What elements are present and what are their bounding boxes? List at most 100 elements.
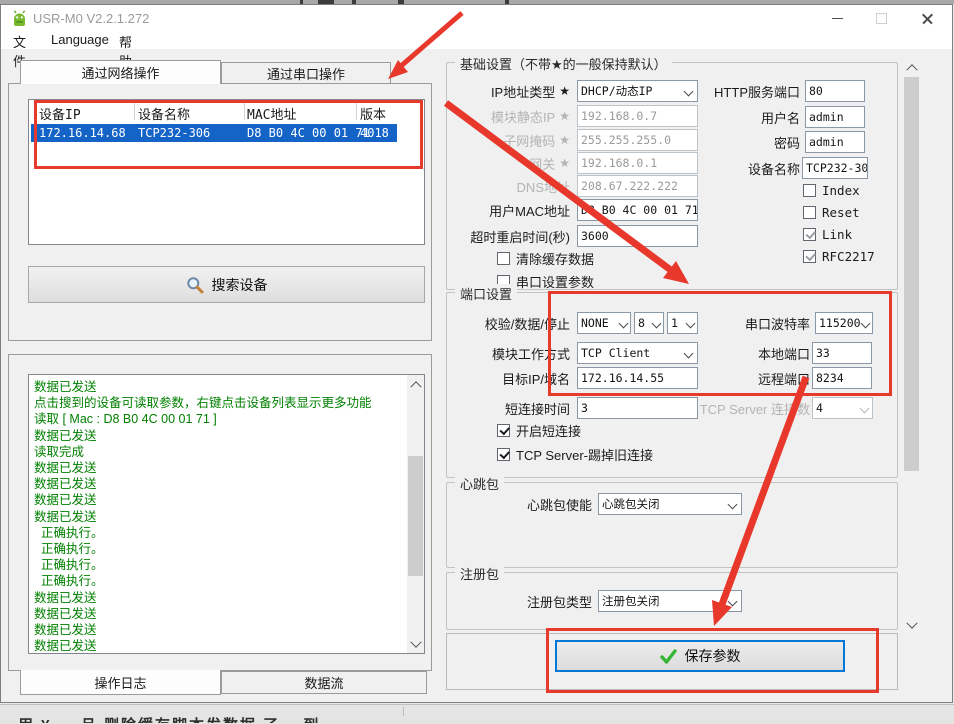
username-field[interactable]: admin xyxy=(805,106,865,128)
chevron-down-icon xyxy=(861,319,871,329)
password-label: 密码 xyxy=(655,131,800,153)
scrollbar-thumb[interactable] xyxy=(408,456,423,576)
star-icon: ★ xyxy=(559,109,570,123)
title-bar: USR-M0 V2.2.1.272 文件 Language 帮助 xyxy=(1,5,952,49)
close-button[interactable] xyxy=(905,5,950,32)
log-line: 数据已发送 xyxy=(29,622,424,638)
log-line: 数据已发送 xyxy=(29,492,424,508)
user-mac-label: 用户MAC地址 xyxy=(420,199,570,221)
work-mode-label: 模块工作方式 xyxy=(420,342,570,364)
scroll-down-button[interactable] xyxy=(407,636,424,653)
register-type-select[interactable]: 注册包关闭 xyxy=(598,590,742,612)
http-port-field[interactable]: 80 xyxy=(805,80,865,102)
chevron-down-icon xyxy=(860,404,870,414)
chevron-down-icon xyxy=(410,636,421,647)
menu-language[interactable]: Language xyxy=(51,32,109,47)
log-line: 数据已发送 xyxy=(29,460,424,476)
timeout-field[interactable]: 3600 xyxy=(577,225,698,247)
clear-cache-checkbox-row[interactable]: 清除缓存数据 xyxy=(497,251,594,265)
settings-scrollbar[interactable] xyxy=(903,58,920,634)
column-header-name[interactable]: 设备名称 xyxy=(138,104,190,123)
check-icon xyxy=(660,649,677,664)
subnet-label: 子网掩码★ xyxy=(420,129,570,151)
device-name-label: 设备名称 xyxy=(655,157,800,179)
column-header-version[interactable]: 版本 xyxy=(360,104,386,123)
link-checkbox-row[interactable]: Link xyxy=(803,227,852,241)
log-line: 数据已发送 xyxy=(29,638,424,654)
search-device-button[interactable]: 搜索设备 xyxy=(28,266,425,303)
password-field[interactable]: admin xyxy=(805,131,865,153)
serial-params-label: 串口设置参数 xyxy=(516,272,594,291)
kick-old-connection-label: TCP Server-踢掉旧连接 xyxy=(516,445,653,464)
minimize-button[interactable] xyxy=(815,5,860,32)
short-connection-checkbox[interactable] xyxy=(497,424,510,437)
log-line: 读取 [ Mac : D8 B0 4C 00 01 71 ] xyxy=(29,411,424,427)
static-ip-label: 模块静态IP★ xyxy=(420,105,570,127)
register-title: 注册包 xyxy=(455,564,504,583)
tab-serial-operation[interactable]: 通过串口操作 xyxy=(221,62,391,84)
local-port-field[interactable]: 33 xyxy=(812,342,872,364)
baud-rate-select[interactable]: 115200 xyxy=(815,312,873,334)
link-checkbox[interactable] xyxy=(803,228,816,241)
maximize-icon xyxy=(876,13,887,24)
clear-cache-label: 清除缓存数据 xyxy=(516,249,594,268)
username-label: 用户名 xyxy=(655,106,800,128)
http-port-label: HTTP服务端口 xyxy=(655,80,800,102)
column-header-mac[interactable]: MAC地址 xyxy=(247,104,296,123)
scroll-up-button[interactable] xyxy=(903,58,920,75)
index-checkbox-row[interactable]: Index xyxy=(803,183,860,197)
gateway-label: 网关★ xyxy=(420,152,570,174)
log-line: 正确执行。 xyxy=(29,541,424,557)
reset-checkbox-row[interactable]: Reset xyxy=(803,205,860,219)
tab-network-operation[interactable]: 通过网络操作 xyxy=(20,60,221,84)
tcp-server-connections-select[interactable]: 4 xyxy=(812,397,873,419)
rfc2217-checkbox-row[interactable]: RFC2217 xyxy=(803,249,875,263)
background-window-text-fragments: 用 ¥ 一 旦 删除缓存脚本发数据 了 一到 xyxy=(18,714,948,723)
reset-checkbox[interactable] xyxy=(803,206,816,219)
device-list: 设备IP 设备名称 MAC地址 版本 172.16.14.68 TCP232-3… xyxy=(28,99,425,245)
remote-port-field[interactable]: 8234 xyxy=(812,367,872,389)
log-line: 数据已发送 xyxy=(29,590,424,606)
device-name-field[interactable]: TCP232-30 xyxy=(802,157,868,179)
minimize-icon xyxy=(832,18,843,19)
column-header-ip[interactable]: 设备IP xyxy=(39,104,81,123)
parity-data-stop-label: 校验/数据/停止 xyxy=(420,312,570,334)
index-checkbox[interactable] xyxy=(803,184,816,197)
log-line: 数据已发送 xyxy=(29,428,424,444)
tab-operation-log[interactable]: 操作日志 xyxy=(20,670,221,695)
operation-log[interactable]: 数据已发送 点击搜到的设备可读取参数，右键点击设备列表显示更多功能 读取 [ M… xyxy=(28,374,425,654)
log-line: 数据已发送 xyxy=(29,509,424,525)
star-icon: ★ xyxy=(559,156,570,170)
star-icon: ★ xyxy=(559,84,570,98)
base-settings-title: 基础设置（不带★的一般保持默认） xyxy=(455,54,672,73)
chevron-down-icon xyxy=(728,597,738,607)
heartbeat-title: 心跳包 xyxy=(455,474,504,493)
log-line: 数据已发送 xyxy=(29,606,424,622)
close-icon xyxy=(921,12,934,25)
clear-cache-checkbox[interactable] xyxy=(497,252,510,265)
device-mac: D8 B0 4C 00 01 71 xyxy=(247,126,370,140)
parity-select[interactable]: NONE xyxy=(577,312,631,334)
maximize-button[interactable] xyxy=(859,5,904,32)
tab-data-stream[interactable]: 数据流 xyxy=(221,671,427,694)
device-row-selected[interactable]: 172.16.14.68 TCP232-306 D8 B0 4C 00 01 7… xyxy=(31,124,397,142)
chevron-down-icon xyxy=(652,319,662,329)
log-line: 数据已发送 xyxy=(29,379,424,395)
user-mac-field[interactable]: D8 B0 4C 00 01 71 xyxy=(577,199,698,221)
baud-rate-label: 串口波特率 xyxy=(665,312,810,334)
scroll-down-button[interactable] xyxy=(903,617,920,634)
reset-label: Reset xyxy=(822,205,860,220)
heartbeat-enable-label: 心跳包使能 xyxy=(455,493,592,515)
save-params-button[interactable]: 保存参数 xyxy=(555,640,845,672)
rfc2217-checkbox[interactable] xyxy=(803,250,816,263)
log-line: 正确执行。 xyxy=(29,573,424,589)
timeout-label: 超时重启时间(秒) xyxy=(420,225,570,247)
scrollbar-thumb[interactable] xyxy=(904,77,919,471)
databits-select[interactable]: 8 xyxy=(634,312,664,334)
kick-old-connection-checkbox[interactable] xyxy=(497,448,510,461)
heartbeat-enable-select[interactable]: 心跳包关闭 xyxy=(598,493,742,515)
short-connection-checkbox-row[interactable]: 开启短连接 xyxy=(497,423,581,437)
short-connection-time-label: 短连接时间 xyxy=(420,397,570,419)
tcp-server-connections-label: TCP Server 连接数 xyxy=(665,397,810,419)
kick-old-connection-checkbox-row[interactable]: TCP Server-踢掉旧连接 xyxy=(497,447,653,461)
